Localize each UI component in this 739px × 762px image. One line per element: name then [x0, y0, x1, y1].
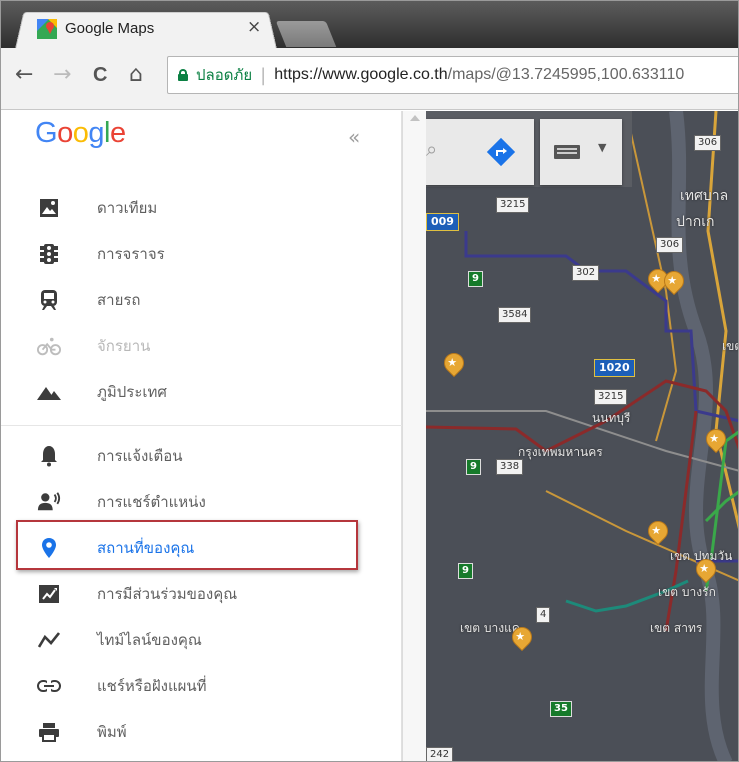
your-places-highlight-box — [16, 520, 358, 570]
highway-shield: 35 — [550, 701, 572, 717]
url-path: /maps/@13.7245995,100.633110 — [447, 66, 685, 83]
satellite-icon — [37, 196, 61, 220]
menu-label: พิมพ์ — [97, 723, 127, 741]
menu-item-print[interactable]: พิมพ์ — [1, 709, 402, 755]
new-tab-button[interactable] — [275, 21, 337, 47]
logo-letter: e — [109, 117, 126, 149]
bell-icon — [37, 444, 61, 468]
home-icon[interactable]: ⌂ — [129, 62, 143, 87]
menu-item-satellite[interactable]: ดาวเทียม — [1, 185, 402, 231]
menu-label: ภูมิประเทศ — [97, 383, 167, 401]
collapse-menu-icon[interactable]: « — [348, 125, 360, 149]
map-place-label: เขต บางรัก — [658, 585, 716, 599]
highway-shield: 9 — [466, 459, 481, 475]
browser-titlebar: Google Maps × — [1, 1, 738, 50]
menu-item-terrain[interactable]: ภูมิประเทศ — [1, 369, 402, 415]
highway-shield: 306 — [656, 237, 684, 253]
map-place-label: ปากเก — [676, 214, 715, 230]
highway-shield: 3215 — [496, 197, 530, 213]
menu-item-bicycling[interactable]: จักรยาน — [1, 323, 402, 369]
menu-item-traffic[interactable]: การจราจร — [1, 231, 402, 277]
menu-scrollbar[interactable] — [402, 111, 426, 761]
print-icon — [37, 720, 61, 744]
back-arrow-icon[interactable]: ← — [15, 62, 33, 87]
menu-label: จักรยาน — [97, 337, 151, 355]
logo-letter: G — [35, 117, 58, 149]
maps-side-menu: Google « ดาวเทียม การจราจร สายรถ จักรยาน… — [1, 111, 402, 761]
menu-label: สายรถ — [97, 291, 141, 309]
url-host: https://www.google.co.th — [274, 66, 448, 83]
scroll-up-arrow-icon[interactable] — [410, 115, 420, 121]
search-icon[interactable]: ⌕ — [426, 137, 437, 161]
directions-control[interactable]: ⌕ — [426, 119, 534, 185]
bicycle-icon — [37, 334, 61, 358]
keyboard-icon[interactable] — [554, 145, 580, 159]
browser-window: Google Maps × ← → C ⌂ ปลอดภัย | https://… — [0, 0, 739, 762]
tab-title: Google Maps — [65, 20, 155, 37]
highway-shield: 302 — [572, 265, 600, 281]
highway-shield: 4 — [536, 607, 551, 623]
menu-label: ไทม์ไลน์ของคุณ — [97, 631, 202, 649]
highway-shield: 3584 — [498, 307, 532, 323]
map-place-label: เขต สาทร — [650, 621, 703, 635]
menu-label: การมีส่วนร่วมของคุณ — [97, 585, 238, 603]
address-bar[interactable]: ปลอดภัย | https://www.google.co.th/maps/… — [167, 56, 738, 94]
tab-close-icon[interactable]: × — [247, 17, 261, 37]
highway-shield: 306 — [694, 135, 722, 151]
reload-icon[interactable]: C — [93, 64, 107, 87]
menu-item-contributions[interactable]: การมีส่วนร่วมของคุณ — [1, 571, 402, 617]
maps-favicon-icon — [37, 18, 57, 39]
map-place-label: กรุงเทพมหานคร — [518, 445, 603, 459]
logo-letter: o — [72, 117, 89, 149]
map-place-label: เขต — [722, 339, 738, 353]
terrain-icon — [37, 380, 61, 404]
menu-item-share-embed[interactable]: แชร์หรือฝังแผนที่ — [1, 663, 402, 709]
menu-label: ดาวเทียม — [97, 199, 158, 217]
highway-shield: 242 — [426, 747, 454, 761]
map-roads — [426, 111, 738, 761]
highway-shield: 009 — [426, 213, 459, 231]
logo-letter: g — [88, 117, 104, 149]
highway-shield: 9 — [458, 563, 473, 579]
highway-shield: 9 — [468, 271, 483, 287]
map-place-label: นนทบุรี — [592, 411, 631, 425]
menu-item-location-sharing[interactable]: การแชร์ตำแหน่ง — [1, 479, 402, 525]
contributions-icon — [37, 582, 61, 606]
menu-item-timeline[interactable]: ไทม์ไลน์ของคุณ — [1, 617, 402, 663]
menu-label: แชร์หรือฝังแผนที่ — [97, 677, 207, 695]
menu-label: การแชร์ตำแหน่ง — [97, 493, 206, 511]
map-canvas[interactable]: ⌕ ▼ 306 3215 306 302 9 3584 1020 3215 9 … — [426, 111, 738, 761]
input-tools-control[interactable]: ▼ — [540, 119, 622, 185]
link-icon — [37, 674, 61, 698]
lock-icon — [178, 69, 188, 81]
highway-shield: 1020 — [594, 359, 635, 377]
transit-icon — [37, 288, 61, 312]
directions-icon[interactable] — [486, 137, 516, 167]
map-top-controls: ⌕ ▼ — [426, 111, 632, 187]
address-separator: | — [260, 64, 267, 86]
secure-label: ปลอดภัย — [196, 66, 253, 84]
google-logo: Google — [35, 117, 126, 150]
forward-arrow-icon[interactable]: → — [53, 62, 71, 87]
traffic-icon — [37, 242, 61, 266]
timeline-icon — [37, 628, 61, 652]
chevron-down-icon[interactable]: ▼ — [598, 141, 606, 154]
logo-letter: o — [57, 117, 73, 149]
highway-shield: 3215 — [594, 389, 628, 405]
browser-tab[interactable]: Google Maps × — [27, 9, 277, 48]
menu-item-transit[interactable]: สายรถ — [1, 277, 402, 323]
map-place-label: เทศบาล — [680, 188, 729, 204]
menu-label: การจราจร — [97, 245, 165, 263]
menu-label: การแจ้งเตือน — [97, 447, 183, 465]
menu-item-notifications[interactable]: การแจ้งเตือน — [1, 433, 402, 479]
browser-toolbar: ← → C ⌂ ปลอดภัย | https://www.google.co.… — [1, 48, 738, 110]
location-sharing-icon — [37, 490, 61, 514]
menu-divider — [1, 425, 402, 426]
